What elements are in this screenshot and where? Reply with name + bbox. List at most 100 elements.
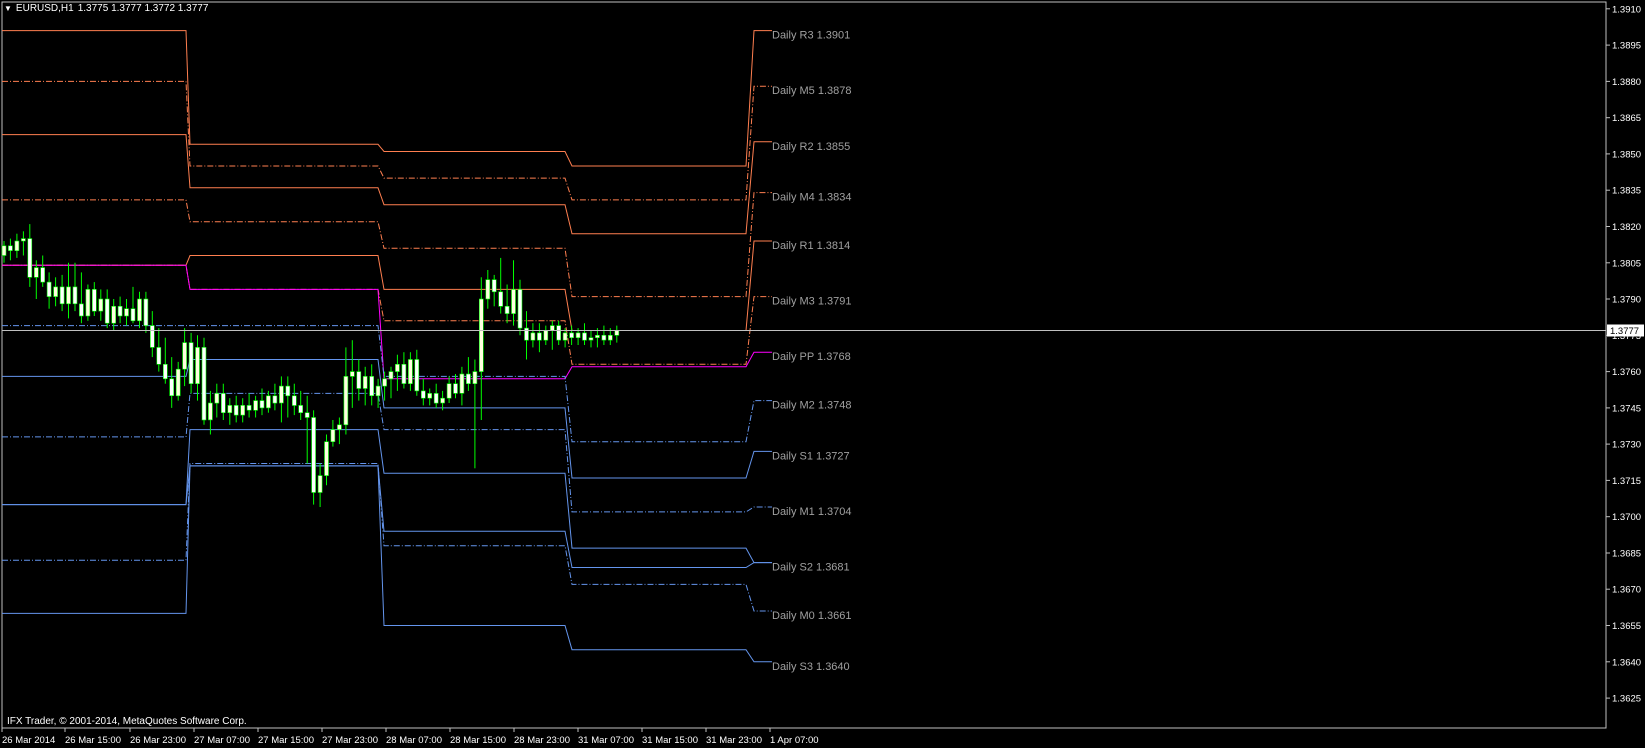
candle-body — [324, 441, 329, 476]
ohlc-values: 1.3775 1.3777 1.3772 1.3777 — [77, 3, 209, 14]
candle-body — [491, 279, 497, 293]
x-tick-label: 27 Mar 07:00 — [194, 735, 250, 746]
level-labels: Daily R3 1.3901 Daily M5 1.3878 Daily R2 1… — [772, 30, 852, 673]
y-tick-label: 1.3625 — [1612, 694, 1641, 705]
candle-body — [85, 289, 91, 317]
candle-body — [433, 393, 439, 404]
chart-window[interactable]: Daily R3 1.3901 Daily M5 1.3878 Daily R2 1… — [0, 0, 1645, 748]
candle-body — [298, 405, 304, 413]
pivot-line-pp — [2, 264, 772, 380]
candle-body — [395, 363, 400, 372]
candle-body — [595, 334, 600, 338]
candle-body — [530, 332, 536, 341]
candle-body — [272, 395, 278, 404]
level-label-m3: Daily M3 1.3791 — [772, 296, 852, 308]
candle-body — [291, 395, 297, 406]
candle-body — [440, 397, 445, 404]
price-axis: 1.3910 1.3895 1.3880 1.3865 1.3850 1.3835 1.38… — [1606, 4, 1644, 705]
candle-body — [607, 334, 613, 341]
candle-body — [472, 371, 478, 385]
pivot-line-s2 — [2, 429, 772, 564]
chart-header[interactable]: ▼ EURUSD,H1 1.3775 1.3777 1.3772 1.3777 — [4, 3, 208, 14]
candle-body — [59, 286, 65, 305]
pivot-line-m2 — [2, 325, 772, 443]
pivot-line-m0 — [2, 463, 772, 612]
candle-body — [427, 393, 433, 399]
candle-body — [53, 286, 58, 297]
current-price-label: 1.3777 — [1610, 326, 1639, 337]
candle-body — [27, 238, 33, 278]
candle-body — [72, 286, 78, 305]
candle-body — [356, 371, 362, 389]
candle-body — [195, 347, 200, 384]
y-tick-label: 1.3655 — [1612, 621, 1641, 632]
y-tick-label: 1.3865 — [1612, 113, 1641, 124]
candle-body — [201, 347, 207, 421]
y-tick-label: 1.3760 — [1612, 367, 1641, 378]
y-tick-label: 1.3640 — [1612, 657, 1641, 668]
candle-body — [349, 371, 355, 377]
candle-body — [375, 385, 381, 397]
x-tick-label: 26 Mar 2014 — [2, 735, 55, 746]
pivot-line-s1 — [2, 359, 772, 479]
y-tick-label: 1.3880 — [1612, 77, 1641, 88]
x-tick-label: 27 Mar 23:00 — [322, 735, 378, 746]
candle-body — [556, 325, 562, 341]
candle-body — [137, 298, 142, 322]
x-tick-label: 28 Mar 15:00 — [450, 735, 506, 746]
x-tick-label: 26 Mar 23:00 — [130, 735, 186, 746]
level-label-r3: Daily R3 1.3901 — [772, 30, 850, 42]
copyright-text: IFX Trader, © 2001-2014, MetaQuotes Soft… — [7, 716, 247, 727]
candle-body — [485, 279, 491, 300]
candle-body — [124, 308, 129, 317]
candle-body — [498, 291, 504, 307]
y-tick-label: 1.3850 — [1612, 149, 1641, 160]
candle-body — [524, 327, 529, 341]
price-chart[interactable]: Daily R3 1.3901 Daily M5 1.3878 Daily R2 1… — [0, 0, 1645, 748]
level-label-s3: Daily S3 1.3640 — [772, 661, 850, 673]
candle-body — [362, 376, 368, 389]
level-label-m5: Daily M5 1.3878 — [772, 85, 852, 97]
level-label-r1: Daily R1 1.3814 — [772, 240, 850, 252]
candle-body — [208, 402, 213, 421]
candle-body — [401, 363, 407, 384]
candle-body — [266, 395, 271, 409]
candle-body — [369, 376, 375, 396]
candle-body — [388, 371, 394, 380]
candle-body — [569, 332, 574, 338]
candle-body — [317, 475, 323, 493]
chart-menu-arrow-icon[interactable]: ▼ — [4, 4, 12, 13]
y-tick-label: 1.3895 — [1612, 41, 1641, 52]
candle-body — [279, 385, 284, 404]
candle-body — [459, 373, 465, 394]
candle-body — [453, 383, 458, 394]
candle-body — [130, 308, 136, 322]
level-label-r2: Daily R2 1.3855 — [772, 141, 850, 153]
candle-body — [66, 286, 71, 305]
x-tick-label: 31 Mar 07:00 — [578, 735, 634, 746]
pivot-line-r2 — [2, 134, 772, 235]
level-label-m2: Daily M2 1.3748 — [772, 400, 852, 412]
candle-body — [517, 289, 523, 329]
y-tick-label: 1.3910 — [1612, 4, 1641, 15]
x-tick-label: 27 Mar 15:00 — [258, 735, 314, 746]
candle-body — [408, 359, 413, 385]
y-tick-label: 1.3670 — [1612, 585, 1641, 596]
pivot-line-r1 — [2, 240, 772, 331]
y-tick-label: 1.3685 — [1612, 549, 1641, 560]
y-tick-label: 1.3715 — [1612, 476, 1641, 487]
y-tick-label: 1.3835 — [1612, 186, 1641, 197]
x-tick-label: 28 Mar 23:00 — [514, 735, 570, 746]
candle-body — [117, 305, 123, 317]
pivot-line-r3 — [2, 30, 772, 167]
candle-body — [33, 267, 39, 278]
pivot-line-s1b — [2, 465, 772, 568]
candle-body — [614, 330, 620, 336]
candle-body — [253, 400, 258, 411]
candle-body — [8, 245, 13, 251]
pivot-line-m3 — [2, 264, 772, 365]
candle-body — [582, 332, 587, 341]
candle-body — [46, 281, 52, 297]
level-label-m1: Daily M1 1.3704 — [772, 506, 852, 518]
candle-body — [92, 289, 97, 312]
